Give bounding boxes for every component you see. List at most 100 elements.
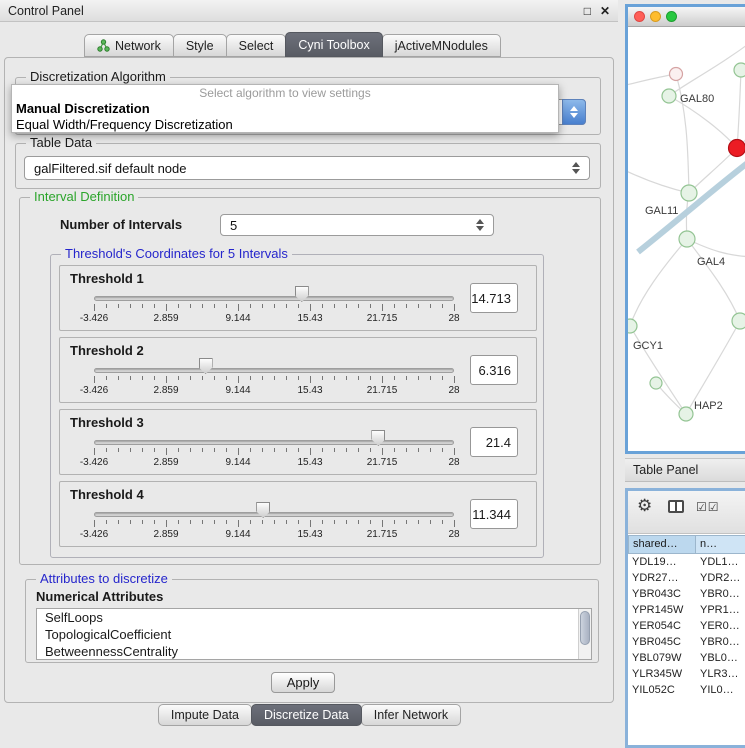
popup-item-list: Manual DiscretizationEqual Width/Frequen… — [12, 101, 558, 133]
table-cell[interactable]: YER054C — [628, 620, 696, 632]
table-cell[interactable]: YBR045C — [628, 636, 696, 648]
table-cell[interactable]: YPR145W — [628, 604, 696, 616]
table-row[interactable]: YPR145WYPR1… — [628, 602, 745, 618]
close-traffic-light[interactable] — [634, 11, 645, 22]
node-table-body[interactable]: YDL19…YDL1…YDR27…YDR2…YBR043CYBR0…YPR145… — [628, 554, 745, 745]
network-node[interactable] — [662, 89, 676, 103]
table-cell[interactable]: YDL1… — [696, 556, 745, 568]
list-item[interactable]: BetweennessCentrality — [37, 643, 591, 660]
threshold-value-field[interactable]: 21.4 — [470, 427, 518, 457]
popup-item[interactable]: Equal Width/Frequency Discretization — [12, 117, 558, 133]
network-node[interactable] — [681, 185, 697, 201]
combo-arrows-icon[interactable] — [562, 99, 586, 125]
network-node[interactable] — [670, 68, 683, 81]
table-data-group: Table Data galFiltered.sif default node — [15, 143, 601, 189]
tab-label: jActiveMNodules — [395, 39, 488, 53]
node-table-window[interactable]: ⚙ ☑☑ shared… n… YDL19…YDL1…YDR27…YDR2…YB… — [625, 488, 745, 748]
list-item[interactable]: TopologicalCoefficient — [37, 626, 591, 643]
list-item[interactable]: SelfLoops — [37, 609, 591, 626]
table-cell[interactable]: YPR1… — [696, 604, 745, 616]
popup-header: Select algorithm to view settings — [12, 85, 558, 101]
slider-track[interactable] — [94, 512, 454, 517]
threshold-slider[interactable]: -3.4262.8599.14415.4321.71528 — [60, 338, 536, 402]
num-intervals-label: Number of Intervals — [60, 217, 182, 232]
network-node[interactable] — [732, 313, 745, 329]
network-node[interactable] — [679, 231, 695, 247]
threshold-slider[interactable]: -3.4262.8599.14415.4321.71528 — [60, 410, 536, 474]
table-cell[interactable]: YBL0… — [696, 652, 745, 664]
tab-jactivemnodules[interactable]: jActiveMNodules — [382, 34, 501, 57]
table-row[interactable]: YLR345WYLR3… — [628, 666, 745, 682]
table-cell[interactable]: YBL079W — [628, 652, 696, 664]
slider-track[interactable] — [94, 296, 454, 301]
cyni-toolbox-panel: Discretization Algorithm Select algorith… — [4, 57, 614, 703]
threshold-value-field[interactable]: 11.344 — [470, 499, 518, 529]
scrollbar[interactable] — [578, 609, 591, 659]
table-data-combobox[interactable]: galFiltered.sif default node — [24, 156, 590, 180]
tab-discretize-data[interactable]: Discretize Data — [251, 704, 362, 726]
table-row[interactable]: YER054CYER0… — [628, 618, 745, 634]
scrollbar-thumb[interactable] — [580, 611, 590, 645]
select-columns-icon[interactable]: ☑☑ — [696, 500, 720, 514]
table-cell[interactable]: YIL0… — [696, 684, 745, 696]
tab-cyni-toolbox[interactable]: Cyni Toolbox — [285, 32, 382, 57]
threshold-slider[interactable]: -3.4262.8599.14415.4321.71528 — [60, 482, 536, 546]
table-cell[interactable]: YIL052C — [628, 684, 696, 696]
tab-select[interactable]: Select — [226, 34, 287, 57]
interval-definition-group: Interval Definition Number of Intervals … — [19, 197, 601, 565]
table-cell[interactable]: YLR3… — [696, 668, 745, 680]
network-node-red[interactable] — [729, 140, 745, 157]
close-icon[interactable]: ✕ — [600, 4, 610, 18]
slider-tick-labels: -3.4262.8599.14415.4321.71528 — [94, 529, 454, 540]
tab-label: Infer Network — [374, 708, 448, 722]
tab-network[interactable]: Network — [84, 34, 174, 57]
minimize-traffic-light[interactable] — [650, 11, 661, 22]
table-cell[interactable]: YBR0… — [696, 636, 745, 648]
table-row[interactable]: YDR27…YDR2… — [628, 570, 745, 586]
network-view-window[interactable]: GAL80 GAL11 GAL4 GCY1 HAP2 — [625, 4, 745, 454]
slider-track[interactable] — [94, 440, 454, 445]
column-header-shared-name[interactable]: shared… — [628, 535, 696, 554]
gear-icon[interactable]: ⚙ — [637, 496, 652, 516]
slider-tick-labels: -3.4262.8599.14415.4321.71528 — [94, 313, 454, 324]
table-row[interactable]: YDL19…YDL1… — [628, 554, 745, 570]
columns-icon[interactable] — [668, 500, 684, 513]
threshold-slider[interactable]: -3.4262.8599.14415.4321.71528 — [60, 266, 536, 330]
table-cell[interactable]: YBR0… — [696, 588, 745, 600]
table-cell[interactable]: YDR2… — [696, 572, 745, 584]
slider-tick-labels: -3.4262.8599.14415.4321.71528 — [94, 457, 454, 468]
table-cell[interactable]: YDR27… — [628, 572, 696, 584]
stepper-arrows-icon[interactable] — [572, 162, 580, 174]
table-cell[interactable]: YER0… — [696, 620, 745, 632]
table-row[interactable]: YBR043CYBR0… — [628, 586, 745, 602]
threshold-value-field[interactable]: 14.713 — [470, 283, 518, 313]
stepper-arrows-icon[interactable] — [476, 219, 484, 231]
popup-item[interactable]: Manual Discretization — [12, 101, 558, 117]
table-cell[interactable]: YBR043C — [628, 588, 696, 600]
network-canvas[interactable]: GAL80 GAL11 GAL4 GCY1 HAP2 — [628, 27, 745, 451]
table-row[interactable]: YIL052CYIL0… — [628, 682, 745, 698]
tab-impute-data[interactable]: Impute Data — [158, 704, 252, 726]
slider-ticks — [94, 520, 454, 528]
table-row[interactable]: YBL079WYBL0… — [628, 650, 745, 666]
tab-infer-network[interactable]: Infer Network — [361, 704, 461, 726]
float-window-icon[interactable]: □ — [584, 4, 591, 18]
network-node[interactable] — [734, 63, 745, 77]
num-intervals-combobox[interactable]: 5 — [220, 214, 494, 236]
apply-button[interactable]: Apply — [271, 672, 335, 693]
network-node[interactable] — [679, 407, 693, 421]
table-header-row: shared… n… — [628, 535, 745, 554]
network-icon — [97, 39, 110, 52]
tab-style[interactable]: Style — [173, 34, 227, 57]
column-header-name[interactable]: n… — [696, 535, 745, 554]
table-cell[interactable]: YDL19… — [628, 556, 696, 568]
threshold-value-field[interactable]: 6.316 — [470, 355, 518, 385]
numerical-attributes-list[interactable]: SelfLoopsTopologicalCoefficientBetweenne… — [36, 608, 592, 660]
network-node[interactable] — [650, 377, 662, 389]
table-cell[interactable]: YLR345W — [628, 668, 696, 680]
zoom-traffic-light[interactable] — [666, 11, 677, 22]
screen: Control Panel □ ✕ Network Style Select C… — [0, 0, 745, 745]
table-row[interactable]: YBR045CYBR0… — [628, 634, 745, 650]
network-node[interactable] — [628, 319, 637, 333]
slider-track[interactable] — [94, 368, 454, 373]
